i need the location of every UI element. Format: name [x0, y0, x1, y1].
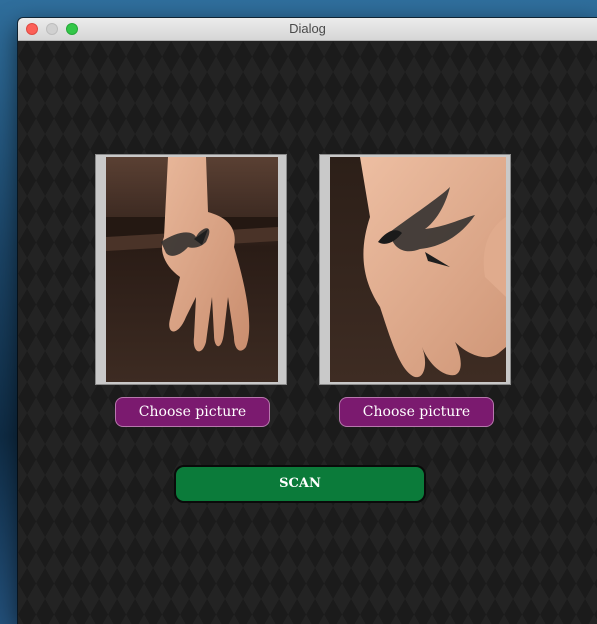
- window-title: Dialog: [289, 21, 326, 36]
- picture-frame-left: [95, 154, 287, 385]
- title-bar: Dialog: [18, 18, 597, 41]
- scan-button[interactable]: SCAN: [174, 465, 426, 503]
- picture-frame-right: [319, 154, 511, 385]
- dialog-window: Dialog Choose picture Choose picture SCA…: [18, 18, 597, 624]
- tattoo-photo-right: [330, 157, 506, 382]
- hand-photo-icon: [106, 157, 278, 382]
- choose-picture-left-button[interactable]: Choose picture: [115, 397, 270, 427]
- tattoo-photo-left: [106, 157, 278, 382]
- hand-closeup-photo-icon: [330, 157, 506, 382]
- dialog-content: Choose picture Choose picture SCAN: [18, 41, 597, 624]
- choose-picture-right-button[interactable]: Choose picture: [339, 397, 494, 427]
